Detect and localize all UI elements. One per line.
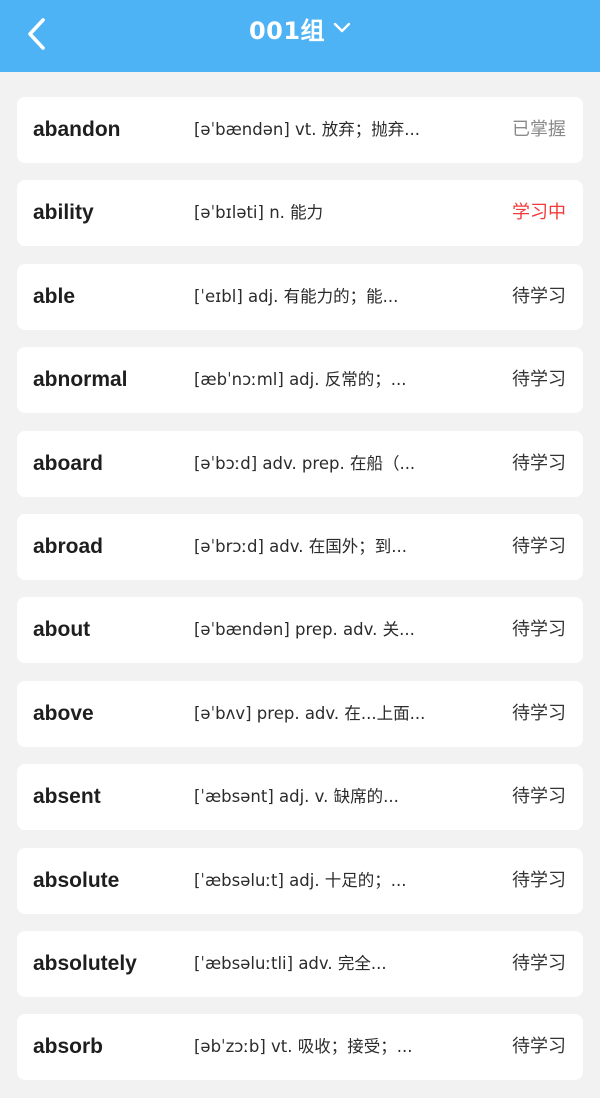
learning-status: 待学习 bbox=[512, 869, 566, 891]
word-text: abandon bbox=[33, 118, 121, 141]
word-text: ability bbox=[33, 201, 94, 225]
word-row[interactable]: absorb [əbˈzɔːb] vt. 吸收；接受；... 待学习 bbox=[17, 1014, 583, 1081]
word-row[interactable]: absolute [ˈæbsəluːt] adj. 十足的；... 待学习 bbox=[17, 847, 583, 914]
word-text: able bbox=[33, 284, 76, 308]
word-definition: [əˈbɪləti] n. 能力 bbox=[194, 203, 324, 223]
word-definition: [ˈæbsəluːtli] adv. 完全... bbox=[194, 953, 387, 973]
learning-status: 学习中 bbox=[512, 202, 566, 224]
learning-status: 待学习 bbox=[512, 452, 566, 474]
word-definition: [əˈbændən] prep. adv. 关... bbox=[194, 620, 415, 640]
word-row[interactable]: above [əˈbʌv] prep. adv. 在...上面... 待学习 bbox=[17, 680, 583, 747]
word-row[interactable]: ability [əˈbɪləti] n. 能力 学习中 bbox=[17, 180, 583, 247]
word-definition: [əˈbɔːd] adv. prep. 在船（... bbox=[194, 453, 416, 473]
learning-status: 待学习 bbox=[512, 952, 566, 974]
word-definition: [əˈbʌv] prep. adv. 在...上面... bbox=[194, 703, 426, 723]
learning-status: 待学习 bbox=[512, 786, 566, 808]
word-row[interactable]: able [ˈeɪbl] adj. 有能力的；能... 待学习 bbox=[17, 263, 583, 330]
word-definition: [ˈeɪbl] adj. 有能力的；能... bbox=[194, 286, 399, 306]
word-definition: [əˈbrɔːd] adv. 在国外；到... bbox=[194, 536, 407, 556]
word-definition: [əˈbændən] vt. 放弃；抛弃... bbox=[194, 120, 420, 139]
word-row[interactable]: abandon [əˈbændən] vt. 放弃；抛弃... 已掌握 bbox=[17, 97, 583, 163]
word-text: above bbox=[33, 701, 94, 725]
learning-status: 待学习 bbox=[512, 535, 566, 557]
word-list: abandon [əˈbændən] vt. 放弃；抛弃... 已掌握 ability… bbox=[17, 97, 583, 1098]
learning-status: 待学习 bbox=[512, 285, 566, 307]
word-text: about bbox=[33, 618, 91, 642]
learning-status: 待学习 bbox=[512, 1036, 566, 1058]
word-definition: [əbˈzɔːb] vt. 吸收；接受；... bbox=[194, 1037, 413, 1057]
word-row[interactable]: absent [ˈæbsənt] adj. v. 缺席的... 待学习 bbox=[17, 764, 583, 831]
word-definition: [ˈæbsənt] adj. v. 缺席的... bbox=[194, 787, 399, 807]
word-text: absorb bbox=[33, 1035, 104, 1059]
word-text: absent bbox=[33, 785, 101, 809]
learning-status: 待学习 bbox=[512, 619, 566, 641]
word-text: absolute bbox=[33, 868, 120, 892]
chevron-down-icon bbox=[333, 22, 351, 34]
word-row[interactable]: aboard [əˈbɔːd] adv. prep. 在船（... 待学习 bbox=[17, 430, 583, 497]
learning-status: 待学习 bbox=[512, 702, 566, 724]
word-definition: [ˈæbsəluːt] adj. 十足的；... bbox=[194, 870, 407, 890]
app-header: 001组 bbox=[0, 0, 600, 72]
word-text: absolutely bbox=[33, 951, 137, 975]
page-title: 001组 bbox=[248, 16, 326, 45]
word-row[interactable]: about [əˈbændən] prep. adv. 关... 待学习 bbox=[17, 597, 583, 664]
word-row[interactable]: abroad [əˈbrɔːd] adv. 在国外；到... 待学习 bbox=[17, 513, 583, 580]
learning-status: 已掌握 bbox=[512, 119, 566, 140]
group-selector[interactable]: 001组 bbox=[0, 8, 600, 48]
word-definition: [æbˈnɔːml] adj. 反常的；... bbox=[194, 370, 407, 390]
word-row[interactable]: abnormal [æbˈnɔːml] adj. 反常的；... 待学习 bbox=[17, 347, 583, 414]
learning-status: 待学习 bbox=[512, 369, 566, 391]
word-row[interactable]: absolutely [ˈæbsəluːtli] adv. 完全... 待学习 bbox=[17, 930, 583, 997]
word-text: abnormal bbox=[33, 368, 128, 392]
word-text: abroad bbox=[33, 534, 104, 558]
word-text: aboard bbox=[33, 451, 104, 475]
